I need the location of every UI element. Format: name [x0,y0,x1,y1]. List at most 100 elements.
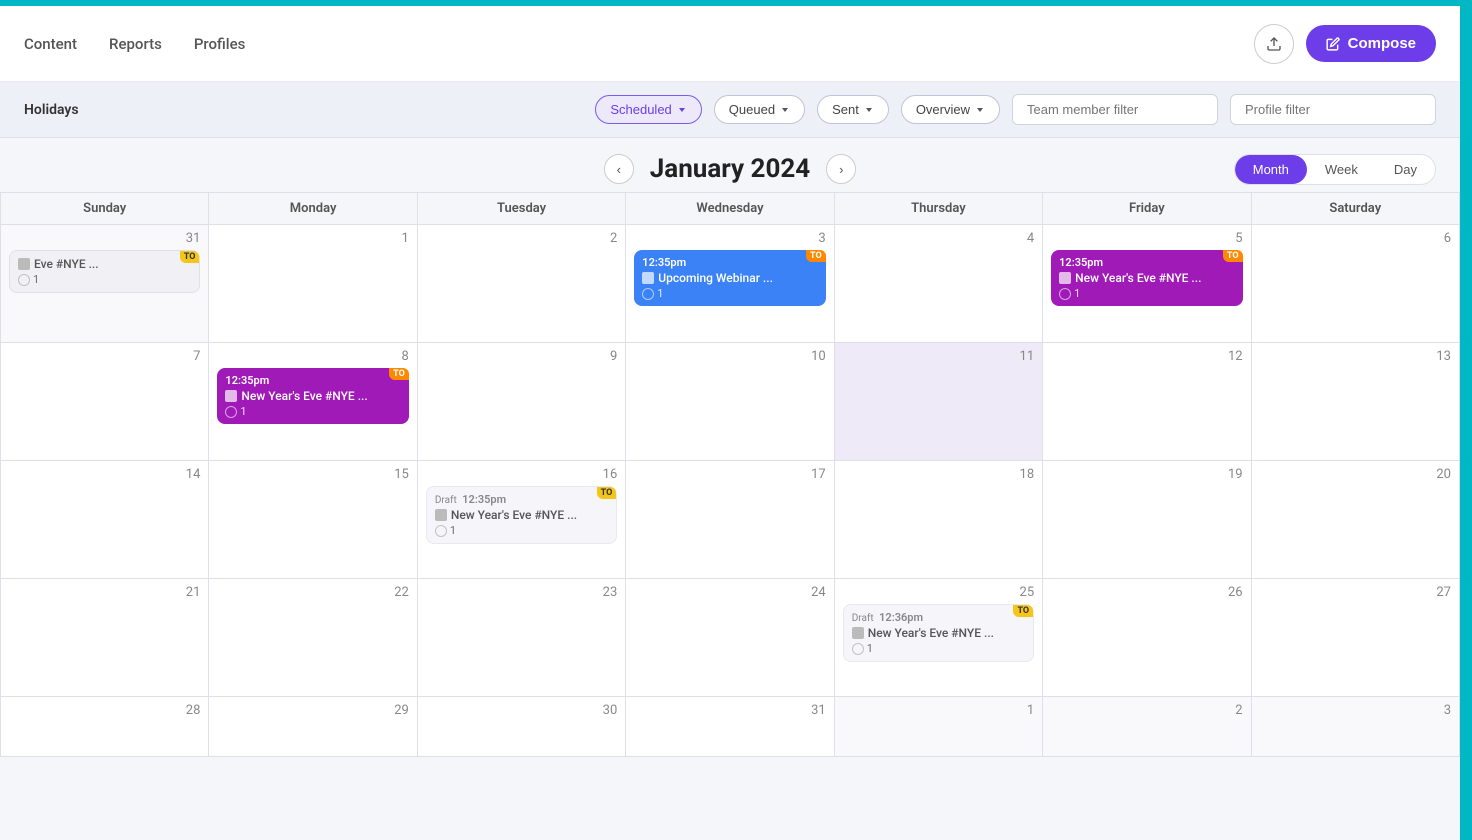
event-count: 1 [225,405,400,418]
cal-cell-jan13: 13 [1252,343,1460,461]
event-card-jan5[interactable]: TO 12:35pm New Year's Eve #NYE ... 1 [1051,250,1242,306]
day-num: 1 [217,231,408,246]
day-num: 26 [1051,585,1242,600]
cal-cell-jan17: 17 [626,461,834,579]
cal-cell-jan31: 31 [626,697,834,757]
cal-cell-jan28: 28 [1,697,209,757]
event-card[interactable]: TO Eve #NYE ... 1 [9,250,200,293]
event-title: New Year's Eve #NYE ... [435,508,608,522]
event-count: 1 [642,287,817,300]
cal-cell-jan5: 5 TO 12:35pm New Year's Eve #NYE ... 1 [1043,225,1251,343]
event-title: New Year's Eve #NYE ... [1059,271,1234,285]
event-card-jan3[interactable]: TO 12:35pm Upcoming Webinar ... 1 [634,250,825,306]
cal-cell-feb1: 1 [835,697,1043,757]
event-title: Upcoming Webinar ... [642,271,817,285]
day-num: 2 [1051,703,1242,718]
event-title: Eve #NYE ... [18,257,191,271]
cal-cell-jan21: 21 [1,579,209,697]
cal-cell-jan6: 6 [1252,225,1460,343]
event-count: 1 [852,642,1025,655]
circle-icon [852,643,864,655]
view-switcher: Month Week Day [1234,154,1436,185]
event-card-jan25[interactable]: TO Draft 12:36pm New Year's Eve #NYE ...… [843,604,1034,662]
day-num: 28 [9,703,200,718]
day-num: 8 [217,349,408,364]
circle-icon [18,274,30,286]
compose-label: Compose [1348,35,1416,52]
nav-links: Content Reports Profiles [24,35,1254,53]
teal-right-bar [1460,0,1472,840]
nav-reports[interactable]: Reports [109,35,162,53]
image-icon [642,272,654,284]
month-view-button[interactable]: Month [1235,155,1307,184]
header-friday: Friday [1043,193,1251,225]
team-member-filter[interactable] [1012,94,1218,125]
event-time: Draft 12:36pm [852,611,1025,624]
day-num: 18 [843,467,1034,482]
holidays-label: Holidays [24,102,79,118]
to-badge: TO [1223,250,1243,262]
day-view-button[interactable]: Day [1376,155,1435,184]
cal-cell-jan4: 4 [835,225,1043,343]
upload-button[interactable] [1254,24,1294,64]
event-time: Draft 12:35pm [435,493,608,506]
header-monday: Monday [209,193,417,225]
cal-cell-jan26: 26 [1043,579,1251,697]
cal-cell-jan14: 14 [1,461,209,579]
day-num: 31 [9,231,200,246]
day-num: 16 [426,467,617,482]
cal-cell-feb2: 2 [1043,697,1251,757]
event-time: 12:35pm [642,256,817,269]
day-num: 23 [426,585,617,600]
day-num: 24 [634,585,825,600]
day-num: 21 [9,585,200,600]
cal-cell-jan15: 15 [209,461,417,579]
prev-month-button[interactable]: ‹ [604,154,634,184]
event-title: New Year's Eve #NYE ... [225,389,400,403]
circle-icon [642,288,654,300]
day-num: 20 [1260,467,1451,482]
calendar-grid: Sunday Monday Tuesday Wednesday Thursday… [0,192,1460,757]
queued-label: Queued [729,102,775,117]
header-saturday: Saturday [1252,193,1460,225]
sent-filter[interactable]: Sent [817,95,889,124]
queued-filter[interactable]: Queued [714,95,805,124]
scheduled-label: Scheduled [610,102,671,117]
nav-profiles[interactable]: Profiles [194,35,246,53]
top-nav: Content Reports Profiles Compose [0,6,1460,82]
cal-cell-jan3: 3 TO 12:35pm Upcoming Webinar ... 1 [626,225,834,343]
cal-cell-jan7: 7 [1,343,209,461]
event-card-jan8[interactable]: TO 12:35pm New Year's Eve #NYE ... 1 [217,368,408,424]
to-badge: TO [597,487,617,499]
profile-filter[interactable] [1230,94,1436,125]
cal-cell-jan11: 11 [835,343,1043,461]
event-title: New Year's Eve #NYE ... [852,626,1025,640]
image-icon [435,509,447,521]
cal-cell-jan8: 8 TO 12:35pm New Year's Eve #NYE ... 1 [209,343,417,461]
day-num: 22 [217,585,408,600]
cal-cell-jan10: 10 [626,343,834,461]
circle-icon [225,406,237,418]
cal-cell-jan19: 19 [1043,461,1251,579]
event-card-jan16[interactable]: TO Draft 12:35pm New Year's Eve #NYE ...… [426,486,617,544]
cal-cell-dec31: 31 TO Eve #NYE ... 1 [1,225,209,343]
week-view-button[interactable]: Week [1307,155,1376,184]
month-nav: ‹ January 2024 › Month Week Day [0,138,1460,192]
sent-label: Sent [832,102,859,117]
scheduled-filter[interactable]: Scheduled [595,95,701,124]
day-num: 7 [9,349,200,364]
cal-cell-jan30: 30 [418,697,626,757]
nav-content[interactable]: Content [24,35,77,53]
header-sunday: Sunday [1,193,209,225]
cal-cell-jan2: 2 [418,225,626,343]
header-thursday: Thursday [835,193,1043,225]
to-badge: TO [180,251,200,263]
day-num: 1 [843,703,1034,718]
day-num: 15 [217,467,408,482]
event-count: 1 [18,273,191,286]
overview-filter[interactable]: Overview [901,95,1000,124]
next-month-button[interactable]: › [826,154,856,184]
compose-button[interactable]: Compose [1306,25,1436,62]
day-num: 30 [426,703,617,718]
day-num: 3 [634,231,825,246]
